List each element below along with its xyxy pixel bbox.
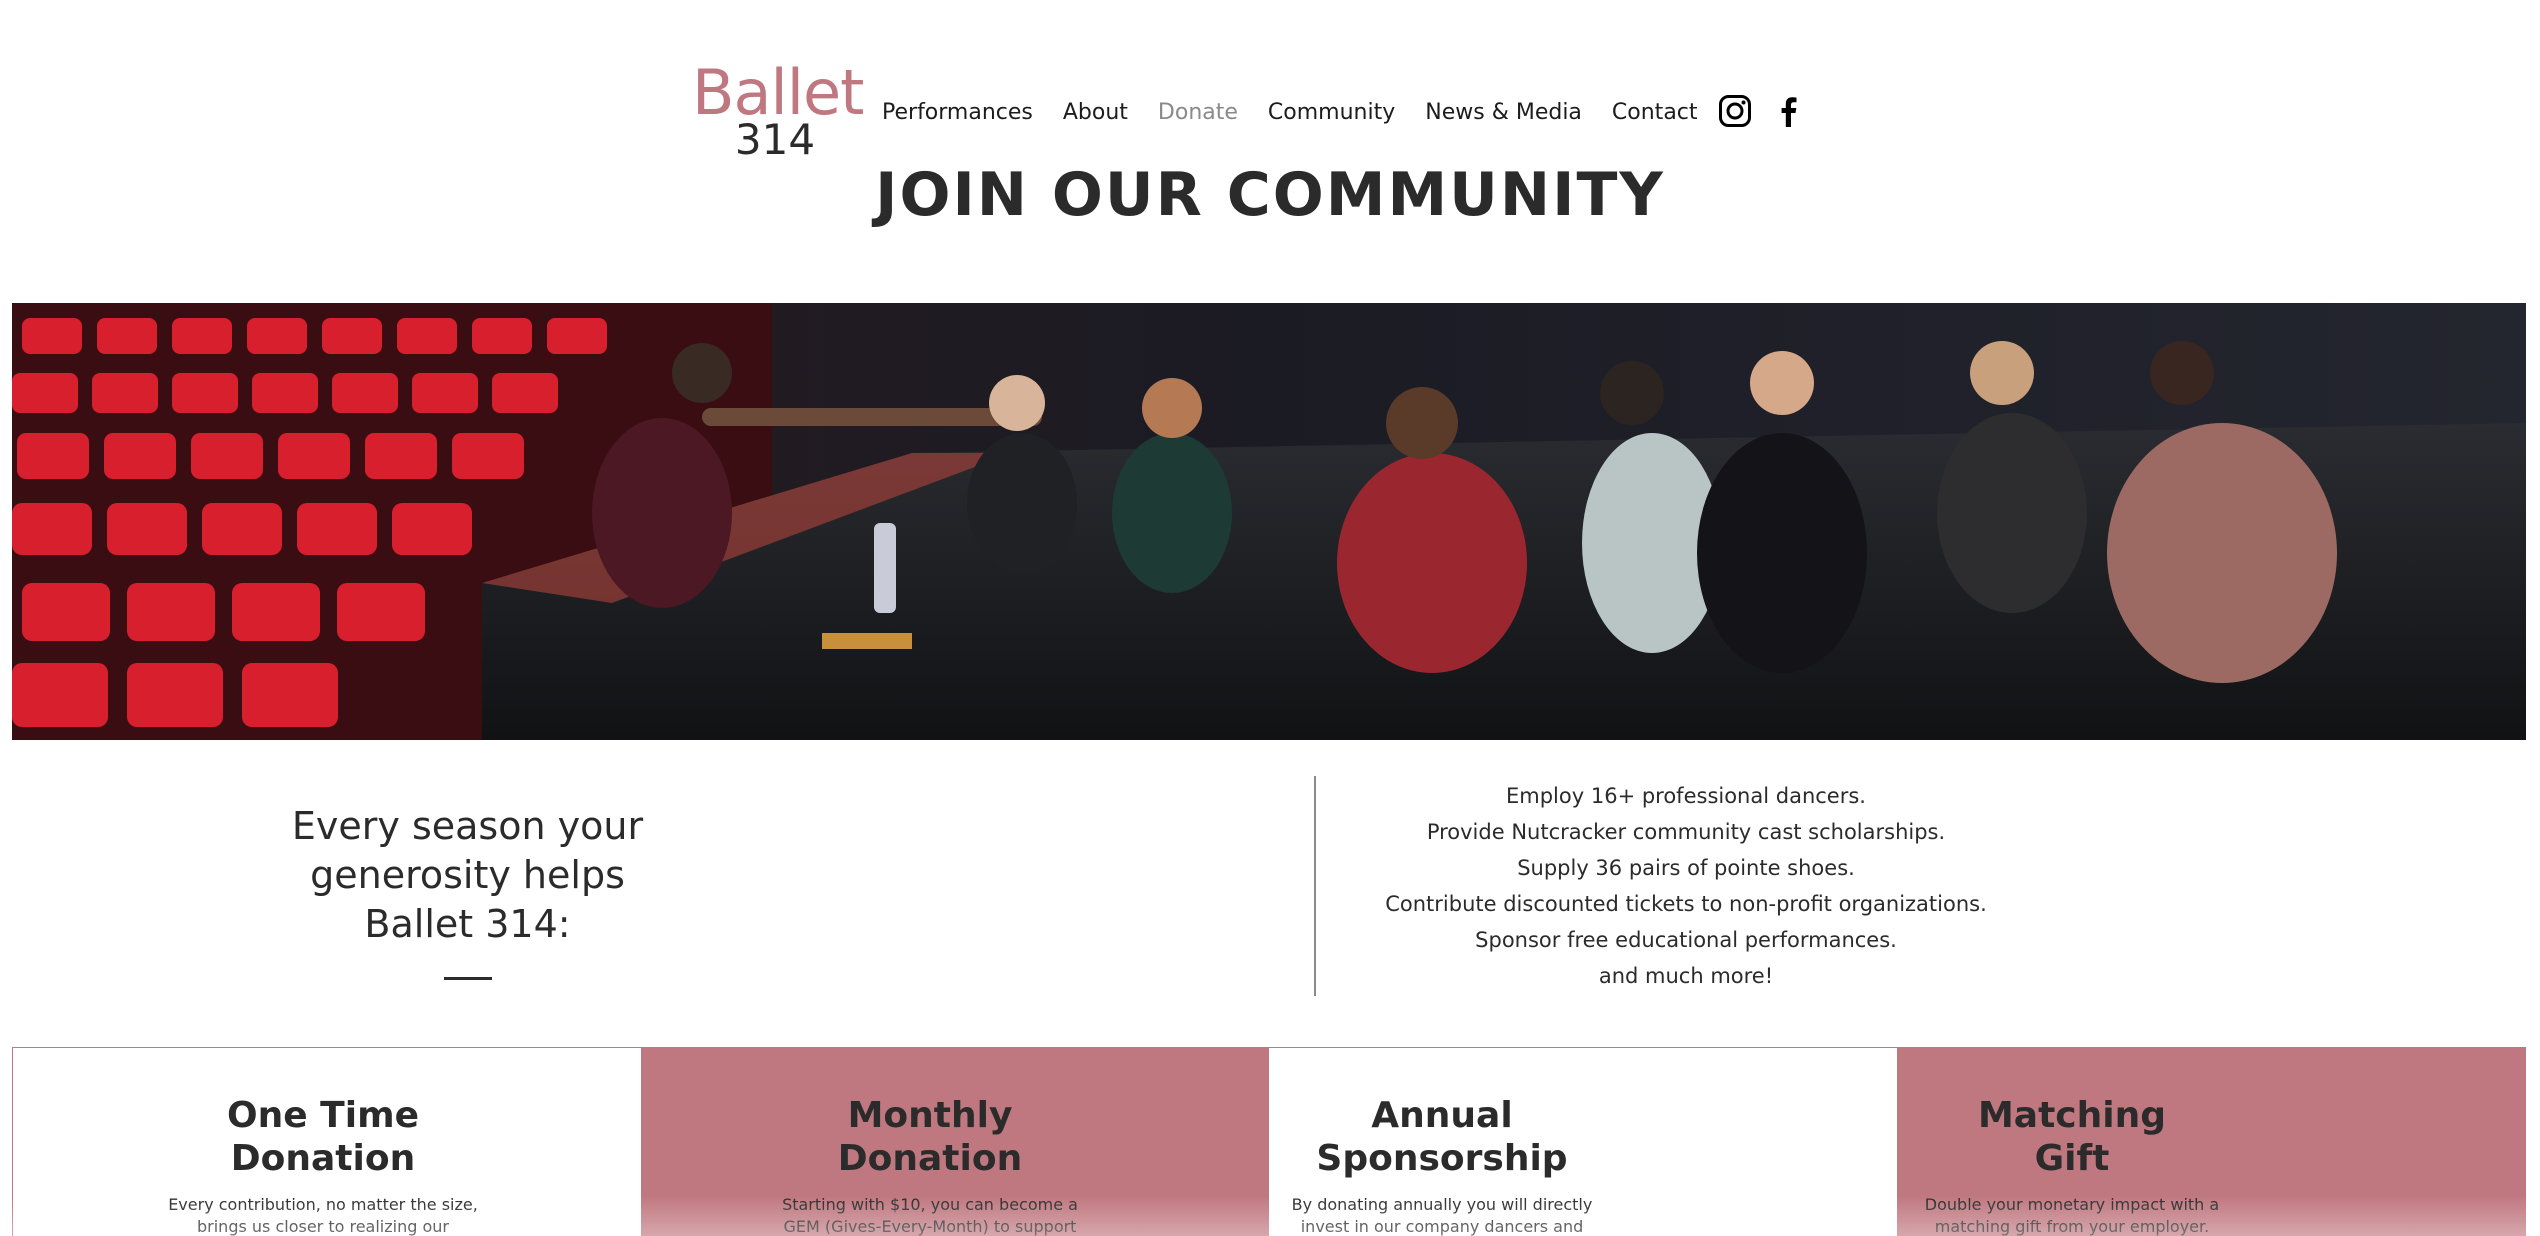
card-annual-sponsorship[interactable]: Annual Sponsorship By donating annually … — [1269, 1048, 1897, 1236]
card-description: Starting with $10, you can become a GEM … — [782, 1195, 1078, 1236]
hero-photo — [12, 303, 2526, 740]
card-description: Double your monetary impact with a match… — [1924, 1195, 2220, 1236]
page-title: JOIN OUR COMMUNITY — [875, 160, 1665, 230]
card-matching-gift[interactable]: Matching Gift Double your monetary impac… — [1897, 1048, 2525, 1236]
impact-list: Employ 16+ professional dancers. Provide… — [1336, 778, 2036, 994]
card-title: One Time Donation — [226, 1095, 419, 1179]
donation-options: One Time Donation Every contribution, no… — [12, 1047, 2526, 1236]
nav-item-news-media[interactable]: News & Media — [1425, 100, 1582, 125]
intro-heading-block: Every season your generosity helps Balle… — [230, 802, 705, 980]
nav-item-donate[interactable]: Donate — [1158, 100, 1238, 125]
nav-item-contact[interactable]: Contact — [1612, 100, 1698, 125]
vertical-divider — [1314, 776, 1316, 996]
facebook-icon[interactable] — [1772, 94, 1806, 128]
social-links — [1718, 94, 1806, 128]
impact-item: Contribute discounted tickets to non-pro… — [1385, 892, 1987, 916]
instagram-icon[interactable] — [1718, 94, 1752, 128]
card-title: Matching Gift — [1977, 1095, 2167, 1179]
nav-item-about[interactable]: About — [1063, 100, 1128, 125]
card-description: By donating annually you will directly i… — [1291, 1195, 1593, 1236]
intro-heading-line: Every season your — [291, 804, 644, 848]
hero-photo-dancers-circle — [12, 303, 2526, 740]
nav-item-community[interactable]: Community — [1268, 100, 1395, 125]
impact-item: Supply 36 pairs of pointe shoes. — [1517, 856, 1855, 880]
card-description: Every contribution, no matter the size, … — [168, 1195, 478, 1236]
brand-logo[interactable]: Ballet 314 — [692, 62, 864, 162]
impact-item: Provide Nutcracker community cast schola… — [1426, 820, 1946, 844]
heading-divider — [443, 977, 492, 980]
impact-item: and much more! — [1598, 964, 1774, 988]
impact-item: Sponsor free educational performances. — [1475, 928, 1897, 952]
impact-item: Employ 16+ professional dancers. — [1506, 784, 1866, 808]
intro-heading-line: generosity helps — [310, 853, 625, 897]
card-title: Monthly Donation — [837, 1095, 1023, 1179]
intro-heading-line: Ballet 314: — [364, 902, 571, 946]
card-monthly-donation[interactable]: Monthly Donation Starting with $10, you … — [641, 1048, 1269, 1236]
main-nav: Performances About Donate Community News… — [882, 94, 1728, 130]
nav-item-performances[interactable]: Performances — [882, 100, 1033, 125]
card-title: Annual Sponsorship — [1316, 1095, 1568, 1179]
card-one-time-donation[interactable]: One Time Donation Every contribution, no… — [13, 1048, 641, 1236]
